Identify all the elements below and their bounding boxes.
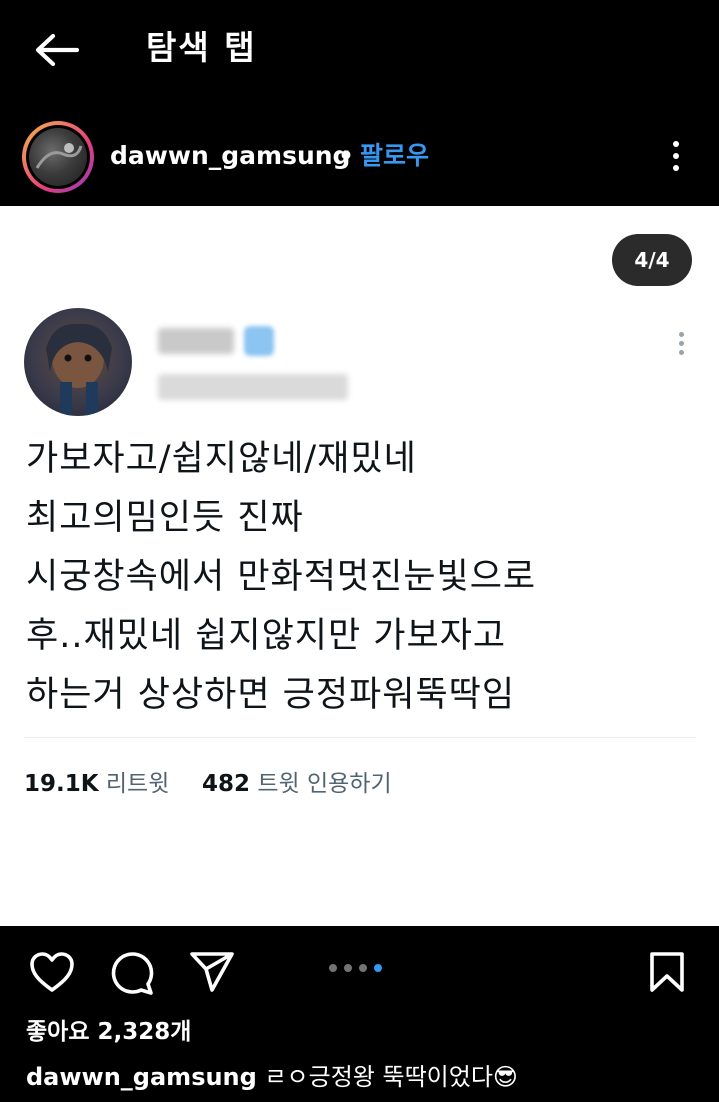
tweet-author-name-blurred bbox=[158, 328, 234, 354]
caption-text: ㄹㅇ긍정왕 뚝딱이었다😎 bbox=[264, 1063, 518, 1091]
bookmark-icon[interactable] bbox=[648, 950, 686, 994]
likes-number: 2,328개 bbox=[97, 1019, 192, 1045]
tweet-line: 시궁창속에서 만화적멋진눈빛으로 bbox=[26, 557, 537, 597]
likes-label: 좋아요 bbox=[26, 1019, 90, 1045]
top-bar: 탐색 탭 bbox=[0, 0, 719, 100]
page-counter-badge: 4/4 bbox=[612, 234, 692, 286]
heart-icon[interactable] bbox=[28, 950, 76, 994]
follow-button[interactable]: 팔로우 bbox=[360, 140, 429, 172]
comment-icon[interactable] bbox=[108, 950, 156, 996]
tweet-line: 하는거 상상하면 긍정파워뚝딱임 bbox=[26, 675, 516, 715]
avatar-image bbox=[29, 128, 87, 186]
likes-count[interactable]: 좋아요 2,328개 bbox=[26, 1016, 191, 1048]
separator-dot: • bbox=[338, 141, 354, 170]
more-vertical-icon bbox=[673, 141, 679, 147]
verified-badge-blurred bbox=[244, 326, 274, 356]
tweet-stats: 19.1K 리트윗 482 트윗 인용하기 bbox=[24, 768, 392, 800]
tweet-line: 후..재밌네 쉽지않지만 가보자고 bbox=[26, 616, 507, 656]
action-bar bbox=[0, 926, 719, 1018]
post-header: dawwn_gamsung • 팔로우 bbox=[0, 106, 719, 206]
post-username[interactable]: dawwn_gamsung bbox=[110, 140, 350, 172]
post-media[interactable]: 4/4 가보자고/쉽지않네/재밌네 최고의밈인듯 진짜 시궁창속에서 만화적멋진… bbox=[0, 206, 719, 926]
tweet-line: 최고의밈인듯 진짜 bbox=[26, 498, 304, 538]
tweet-avatar bbox=[24, 308, 132, 416]
back-button[interactable] bbox=[28, 26, 84, 74]
page-title: 탐색 탭 bbox=[146, 28, 257, 67]
tweet-author-handle-blurred bbox=[158, 374, 348, 400]
carousel-dot-active bbox=[374, 964, 382, 972]
carousel-dot bbox=[359, 964, 367, 972]
caption-username[interactable]: dawwn_gamsung bbox=[26, 1063, 257, 1091]
tweet-text: 가보자고/쉽지않네/재밌네 최고의밈인듯 진짜 시궁창속에서 만화적멋진눈빛으로… bbox=[26, 430, 696, 725]
carousel-dot bbox=[344, 964, 352, 972]
profile-avatar[interactable] bbox=[22, 121, 94, 193]
tweet-divider bbox=[24, 737, 696, 738]
post-caption: dawwn_gamsung ㄹㅇ긍정왕 뚝딱이었다😎 bbox=[26, 1060, 518, 1094]
quote-count: 482 bbox=[202, 771, 251, 797]
more-options-button[interactable] bbox=[660, 136, 692, 176]
send-icon[interactable] bbox=[188, 950, 236, 994]
carousel-dot bbox=[329, 964, 337, 972]
retweet-count: 19.1K bbox=[24, 771, 99, 797]
arrow-left-icon bbox=[35, 33, 79, 67]
tweet-line: 가보자고/쉽지않네/재밌네 bbox=[26, 439, 417, 479]
quote-label: 트윗 인용하기 bbox=[257, 771, 392, 797]
tweet-more-icon bbox=[670, 328, 692, 358]
carousel-indicator bbox=[329, 964, 382, 972]
retweet-label: 리트윗 bbox=[105, 771, 170, 797]
